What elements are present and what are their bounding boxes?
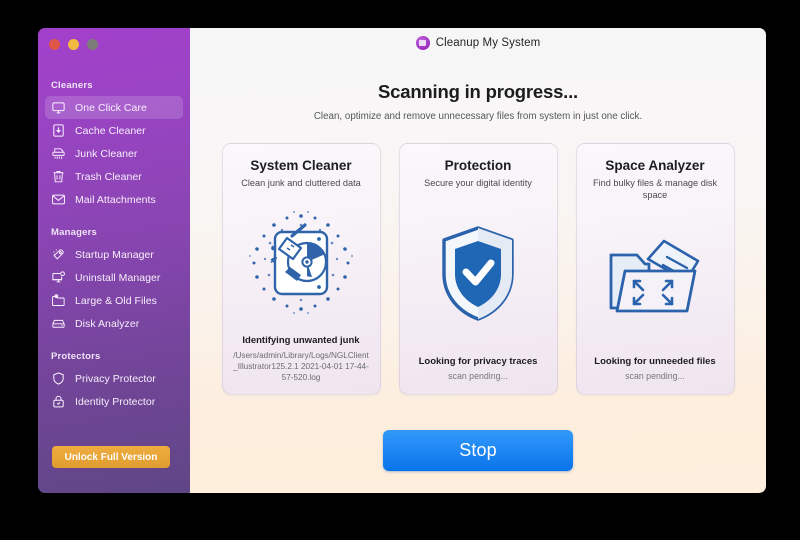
sidebar-item-label: Privacy Protector: [75, 372, 156, 385]
folder-expand-icon: [585, 201, 726, 356]
zoom-button[interactable]: [87, 39, 98, 50]
sidebar-item-label: Mail Attachments: [75, 193, 156, 206]
close-button[interactable]: [49, 39, 60, 50]
sidebar-item-privacy-protector[interactable]: Privacy Protector: [45, 367, 183, 390]
sidebar-item-label: One Click Care: [75, 101, 147, 114]
sidebar-item-large-old-files[interactable]: Large & Old Files: [45, 289, 183, 312]
sidebar-item-label: Cache Cleaner: [75, 124, 146, 137]
sidebar-item-cache-cleaner[interactable]: Cache Cleaner: [45, 119, 183, 142]
lock-icon: [51, 394, 66, 409]
app-titlebar: Cleanup My System: [190, 28, 766, 58]
card-title: System Cleaner: [250, 158, 352, 173]
stop-button[interactable]: Stop: [383, 430, 573, 471]
sidebar: Cleaners One Click Care Cache Cleaner Ju…: [38, 28, 190, 493]
disk-icon: [51, 316, 66, 331]
app-window: Cleaners One Click Care Cache Cleaner Ju…: [38, 28, 766, 493]
card-status: Identifying unwanted junk: [242, 334, 360, 346]
card-subtitle: Clean junk and cluttered data: [241, 178, 361, 188]
window-traffic-lights: [38, 28, 190, 58]
card-protection[interactable]: Protection Secure your digital identity …: [398, 143, 558, 395]
card-detail: /Users/admin/Library/Logs/NGLClient_Illu…: [233, 350, 369, 382]
unlock-full-version-button[interactable]: Unlock Full Version: [52, 446, 170, 468]
sidebar-item-label: Trash Cleaner: [75, 170, 142, 183]
trash-bin-icon: [51, 169, 66, 184]
card-system-cleaner[interactable]: System Cleaner Clean junk and cluttered …: [221, 143, 381, 395]
sidebar-item-label: Startup Manager: [75, 248, 154, 261]
monitor-minus-icon: [51, 270, 66, 285]
card-status: Looking for unneeded files: [594, 356, 716, 368]
page-subtitle: Clean, optimize and remove unnecessary f…: [313, 111, 643, 122]
sidebar-item-label: Uninstall Manager: [75, 271, 161, 284]
card-subtitle: Secure your digital identity: [424, 178, 532, 188]
sidebar-item-label: Large & Old Files: [75, 294, 157, 307]
monitor-icon: [51, 100, 66, 115]
card-detail: scan pending...: [448, 371, 508, 382]
sidebar-item-disk-analyzer[interactable]: Disk Analyzer: [45, 312, 183, 335]
sidebar-item-identity-protector[interactable]: Identity Protector: [45, 390, 183, 413]
sidebar-item-startup-manager[interactable]: Startup Manager: [45, 243, 183, 266]
main-content: Cleanup My System Scanning in progress..…: [190, 28, 766, 493]
sidebar-item-uninstall-manager[interactable]: Uninstall Manager: [45, 266, 183, 289]
card-subtitle: Find bulky files & manage disk space: [592, 178, 718, 200]
sidebar-item-one-click-care[interactable]: One Click Care: [45, 96, 183, 119]
sidebar-item-label: Identity Protector: [75, 395, 156, 408]
shield-icon: [51, 371, 66, 386]
minimize-button[interactable]: [68, 39, 79, 50]
app-title: Cleanup My System: [435, 37, 541, 49]
shield-check-icon: [408, 190, 549, 357]
scan-cards: System Cleaner Clean junk and cluttered …: [190, 143, 766, 395]
app-logo-icon: [415, 36, 430, 50]
card-detail: scan pending...: [625, 371, 685, 382]
card-title: Protection: [444, 158, 512, 173]
sidebar-section-cleaners-label: Cleaners: [51, 80, 93, 91]
sidebar-item-mail-attachments[interactable]: Mail Attachments: [45, 188, 183, 211]
sidebar-section-protectors-label: Protectors: [51, 351, 101, 362]
card-status: Looking for privacy traces: [418, 356, 538, 368]
cache-box-icon: [51, 123, 66, 138]
folder-clock-icon: [51, 293, 66, 308]
sidebar-item-label: Disk Analyzer: [75, 317, 140, 330]
sidebar-item-label: Junk Cleaner: [75, 147, 138, 160]
sidebar-item-trash-cleaner[interactable]: Trash Cleaner: [45, 165, 183, 188]
page-title: Scanning in progress...: [378, 81, 578, 102]
rocket-icon: [51, 247, 66, 262]
shredder-icon: [51, 146, 66, 161]
sidebar-item-junk-cleaner[interactable]: Junk Cleaner: [45, 142, 183, 165]
card-space-analyzer[interactable]: Space Analyzer Find bulky files & manage…: [575, 143, 735, 395]
envelope-icon: [51, 192, 66, 207]
sidebar-section-managers-label: Managers: [51, 227, 97, 238]
disk-broom-icon: [231, 190, 372, 335]
card-title: Space Analyzer: [605, 158, 705, 173]
